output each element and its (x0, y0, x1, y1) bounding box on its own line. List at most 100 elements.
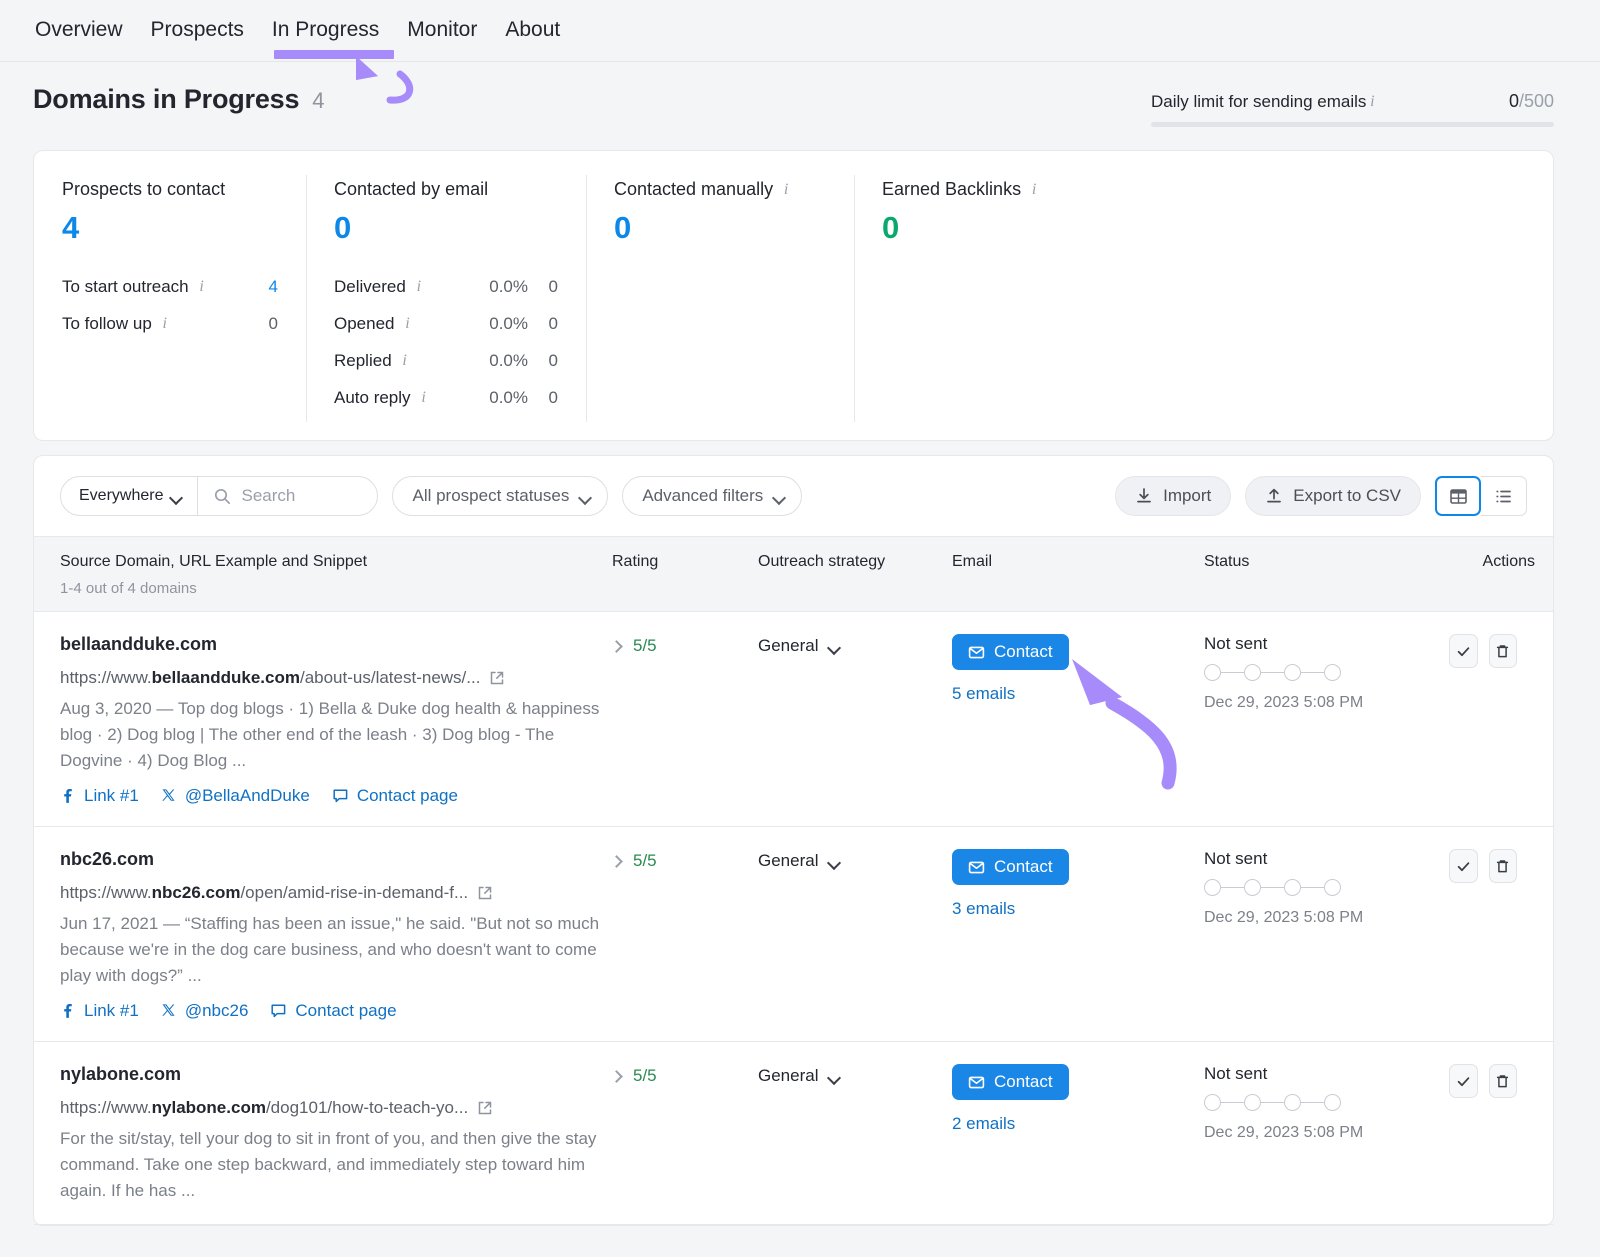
domain-name[interactable]: nylabone.com (60, 1064, 612, 1085)
contact-button[interactable]: Contact (952, 634, 1069, 670)
facebook-link[interactable]: Link #1 (60, 1001, 139, 1021)
envelope-icon (968, 644, 985, 661)
mark-done-button[interactable] (1449, 1064, 1478, 1098)
status-step (1324, 879, 1341, 896)
nav-tab-monitor[interactable]: Monitor (405, 17, 479, 61)
nav-tab-prospects[interactable]: Prospects (149, 17, 246, 61)
domain-url[interactable]: https://www.nbc26.com/open/amid-rise-in-… (60, 883, 612, 903)
facebook-link-label: Link #1 (84, 1001, 139, 1021)
stat-line-to-follow-up: To follow upi 0 (62, 305, 278, 342)
info-icon[interactable]: i (159, 315, 171, 333)
scope-dropdown-label: Everywhere (79, 487, 163, 505)
external-link-icon[interactable] (489, 670, 505, 686)
row-domain-cell: nbc26.com https://www.nbc26.com/open/ami… (34, 849, 612, 1021)
contact-page-link[interactable]: Contact page (270, 1001, 396, 1021)
prospect-status-filter[interactable]: All prospect statuses (392, 476, 608, 516)
info-icon[interactable]: i (196, 278, 208, 296)
row-domain-cell: bellaandduke.com https://www.bellaandduk… (34, 634, 612, 806)
emails-count-link[interactable]: 3 emails (952, 899, 1015, 919)
contact-button[interactable]: Contact (952, 849, 1069, 885)
domain-url[interactable]: https://www.bellaandduke.com/about-us/la… (60, 668, 612, 688)
scope-search-group: Everywhere (60, 476, 378, 516)
info-icon[interactable]: i (418, 389, 430, 407)
nav-tab-overview[interactable]: Overview (33, 17, 125, 61)
outreach-strategy-value: General (758, 636, 818, 656)
url-domain: nylabone.com (152, 1098, 266, 1117)
delete-button[interactable] (1489, 634, 1518, 668)
delete-button[interactable] (1489, 849, 1518, 883)
expand-chevron-icon[interactable] (610, 640, 623, 653)
outreach-strategy-value: General (758, 851, 818, 871)
export-csv-button[interactable]: Export to CSV (1245, 476, 1421, 516)
info-icon[interactable]: i (1366, 93, 1378, 111)
info-icon[interactable]: i (402, 315, 414, 333)
stat-line-count: 0 (528, 314, 558, 334)
domain-snippet: For the sit/stay, tell your dog to sit i… (60, 1126, 600, 1204)
twitter-link-label: @BellaAndDuke (185, 786, 310, 806)
status-step-connector (1221, 672, 1244, 674)
stat-contacted-manually: Contacted manuallyi 0 (586, 179, 854, 416)
delete-button[interactable] (1489, 1064, 1518, 1098)
nav-tab-in-progress[interactable]: In Progress (270, 17, 381, 61)
page-title: Domains in Progress (33, 84, 299, 115)
domain-name[interactable]: nbc26.com (60, 849, 612, 870)
info-icon[interactable]: i (399, 352, 411, 370)
scope-dropdown[interactable]: Everywhere (61, 477, 197, 515)
search-box[interactable] (198, 477, 377, 515)
domain-url[interactable]: https://www.nylabone.com/dog101/how-to-t… (60, 1098, 612, 1118)
status-step (1244, 664, 1261, 681)
status-step (1204, 664, 1221, 681)
outreach-strategy-dropdown[interactable]: General (758, 849, 952, 871)
mark-done-button[interactable] (1449, 849, 1478, 883)
twitter-link[interactable]: @BellaAndDuke (161, 786, 310, 806)
stat-line-percent: 0.0% (489, 277, 528, 297)
expand-chevron-icon[interactable] (610, 1070, 623, 1083)
table-toolbar: Everywhere All prospect statuses Advanc (34, 456, 1553, 536)
twitter-link[interactable]: @nbc26 (161, 1001, 249, 1021)
import-button[interactable]: Import (1115, 476, 1231, 516)
emails-count-link[interactable]: 5 emails (952, 684, 1015, 704)
info-icon[interactable]: i (780, 181, 792, 199)
search-input[interactable] (241, 486, 361, 506)
contact-page-link[interactable]: Contact page (332, 786, 458, 806)
page-title-count: 4 (312, 88, 324, 114)
contact-button[interactable]: Contact (952, 1064, 1069, 1100)
status-step-connector (1261, 1102, 1284, 1104)
info-icon[interactable]: i (413, 278, 425, 296)
domain-name[interactable]: bellaandduke.com (60, 634, 612, 655)
mark-done-button[interactable] (1449, 634, 1478, 668)
status-step (1244, 1094, 1261, 1111)
status-step-connector (1221, 1102, 1244, 1104)
info-icon[interactable]: i (1028, 181, 1040, 199)
twitter-link-label: @nbc26 (185, 1001, 249, 1021)
status-step-connector (1301, 1102, 1324, 1104)
emails-count-link[interactable]: 2 emails (952, 1114, 1015, 1134)
toolbar-right-group: Import Export to CSV (1115, 476, 1533, 516)
table-header-rating[interactable]: Rating (612, 553, 758, 597)
status-label: Not sent (1204, 849, 1449, 869)
expand-chevron-icon[interactable] (610, 855, 623, 868)
table-view-button[interactable] (1435, 476, 1481, 516)
page-header: Domains in Progress 4 Daily limit for se… (0, 62, 1600, 136)
stat-line-label: Replied (334, 351, 392, 371)
nav-tab-about[interactable]: About (503, 17, 562, 61)
list-view-button[interactable] (1481, 476, 1527, 516)
contact-button-label: Contact (994, 642, 1053, 662)
url-domain: nbc26.com (152, 883, 241, 902)
stat-line-opened: Openedi 0.0% 0 (334, 305, 558, 342)
url-prefix: https://www. (60, 668, 152, 687)
url-path: /open/amid-rise-in-demand-f... (240, 883, 468, 902)
stat-line-percent: 0.0% (489, 388, 528, 408)
chevron-down-icon (829, 1073, 840, 1080)
stat-line-value: 4 (269, 277, 278, 297)
domain-snippet: Aug 3, 2020 — Top dog blogs · 1) Bella &… (60, 696, 600, 774)
contact-page-icon (270, 1003, 287, 1019)
stat-line-delivered: Deliveredi 0.0% 0 (334, 268, 558, 305)
stat-line-count: 0 (528, 351, 558, 371)
outreach-strategy-dropdown[interactable]: General (758, 1064, 952, 1086)
external-link-icon[interactable] (477, 1100, 493, 1116)
external-link-icon[interactable] (477, 885, 493, 901)
facebook-link[interactable]: Link #1 (60, 786, 139, 806)
advanced-filters-button[interactable]: Advanced filters (622, 476, 802, 516)
outreach-strategy-dropdown[interactable]: General (758, 634, 952, 656)
